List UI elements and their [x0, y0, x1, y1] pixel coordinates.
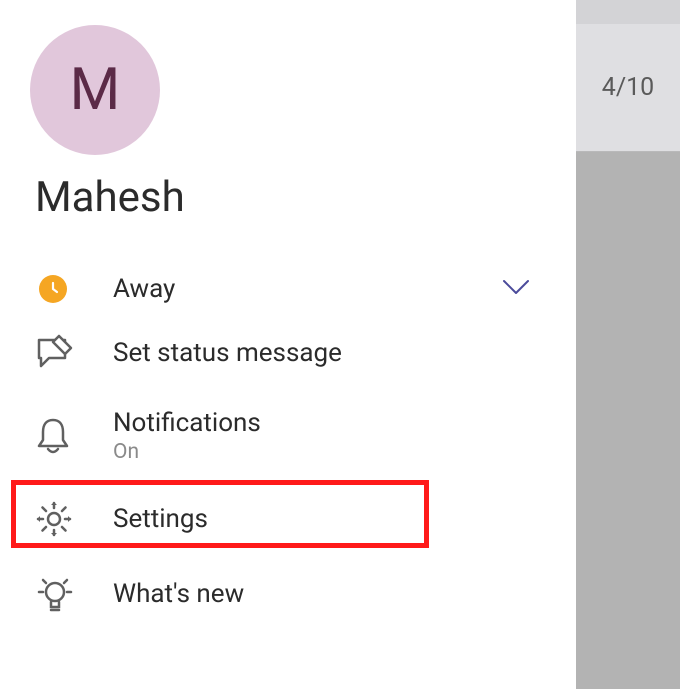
status-row[interactable]: Away: [0, 262, 576, 316]
background-app: 4/10: [576, 0, 680, 689]
pencil-message-icon: [35, 334, 83, 372]
gear-icon: [35, 500, 83, 538]
away-status-icon: [35, 275, 83, 303]
background-body: [576, 152, 680, 689]
notifications-value: On: [113, 440, 261, 464]
menu-list: Away Set status message No: [0, 262, 576, 632]
bell-icon: [35, 416, 83, 456]
notifications-label: Notifications: [113, 408, 261, 438]
avatar[interactable]: M: [30, 25, 160, 155]
notifications-item[interactable]: Notifications On: [0, 390, 576, 482]
lightbulb-icon: [35, 574, 83, 614]
background-date: 4/10: [602, 73, 654, 102]
settings-label: Settings: [113, 504, 541, 534]
background-header: [576, 0, 680, 24]
chevron-down-icon: [501, 278, 531, 300]
user-name: Mahesh: [35, 173, 576, 222]
settings-item[interactable]: Settings: [0, 482, 576, 556]
whats-new-label: What's new: [113, 579, 541, 609]
background-date-row: 4/10: [576, 24, 680, 152]
avatar-initial: M: [70, 56, 121, 124]
profile-panel: M Mahesh Away Set status message: [0, 0, 576, 689]
whats-new-item[interactable]: What's new: [0, 556, 576, 632]
set-status-message-item[interactable]: Set status message: [0, 316, 576, 390]
status-label: Away: [113, 274, 501, 304]
set-status-label: Set status message: [113, 338, 541, 368]
